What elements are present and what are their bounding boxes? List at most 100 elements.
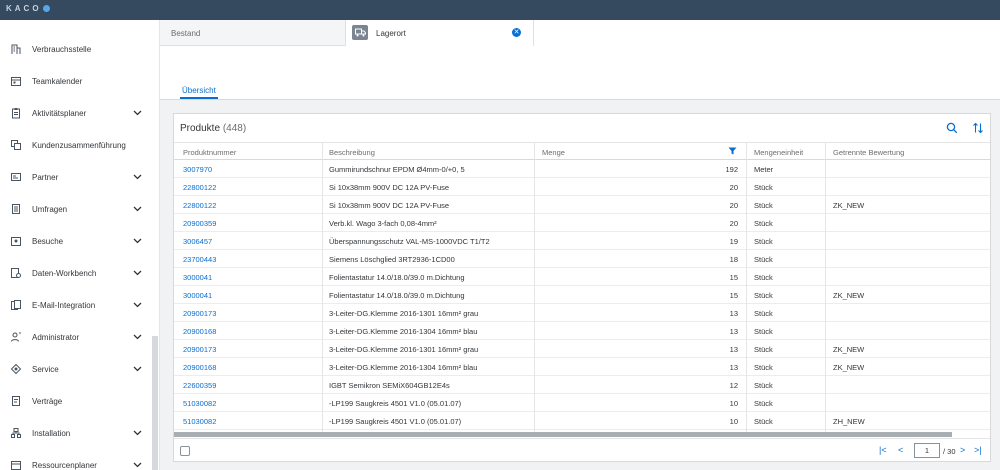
company-logo[interactable]: KACO xyxy=(6,4,50,13)
table-row[interactable]: 22800122 Si 10x38mm 900V DC 12A PV-Fuse 20… xyxy=(174,196,990,214)
last-page-button[interactable]: >| xyxy=(974,445,982,455)
chevron-down-icon[interactable] xyxy=(132,332,142,342)
tab-bar: Bestand Lagerort ✕ xyxy=(160,20,1000,46)
horizontal-scrollbar[interactable] xyxy=(174,432,952,437)
sidebar-item[interactable]: Teamkalender xyxy=(0,65,152,97)
product-description: -LP199 Saugkreis 4501 V1.0 (05.01.07) xyxy=(329,399,462,408)
table-row[interactable]: 20900173 3-Leiter-DG.Klemme 2016-1301 16m… xyxy=(174,340,990,358)
tab-bestand[interactable]: Bestand xyxy=(160,20,346,46)
sidebar-item[interactable]: Partner xyxy=(0,161,152,193)
sidebar-item[interactable]: E-Mail-Integration xyxy=(0,289,152,321)
chevron-down-icon[interactable] xyxy=(132,204,142,214)
truck-icon xyxy=(352,25,368,40)
chevron-down-icon[interactable] xyxy=(132,268,142,278)
page-number-input[interactable]: 1 xyxy=(914,443,940,458)
previous-page-button[interactable]: < xyxy=(898,445,903,455)
sidebar-item[interactable]: Installation xyxy=(0,417,152,449)
table-row[interactable]: 3000041 Folientastatur 14.0/18.0/39.0 m.D… xyxy=(174,286,990,304)
product-quantity: 10 xyxy=(729,417,738,426)
next-page-button[interactable]: > xyxy=(960,445,965,455)
chevron-down-icon[interactable] xyxy=(132,172,142,182)
filter-icon[interactable] xyxy=(728,147,737,157)
table-row[interactable]: 22800122 Si 10x38mm 900V DC 12A PV-Fuse 20… xyxy=(174,178,990,196)
sidebar-item[interactable]: Besuche xyxy=(0,225,152,257)
product-number-link[interactable]: 51030082 xyxy=(183,399,216,408)
product-number-link[interactable]: 20900168 xyxy=(183,327,216,336)
tab-uebersicht[interactable]: Übersicht xyxy=(182,86,216,95)
product-number-link[interactable]: 20900168 xyxy=(183,363,216,372)
sidebar-item-label: Besuche xyxy=(32,236,64,246)
table-row[interactable]: 20900168 3-Leiter-DG.Klemme 2016-1304 16m… xyxy=(174,358,990,376)
products-table-card: Produkte (448) Produktnummer Beschreibun… xyxy=(173,113,991,462)
product-valuation: ZK_NEW xyxy=(833,363,865,372)
table-row[interactable]: 51030082 -LP199 Saugkreis 4501 V1.0 (05.0… xyxy=(174,394,990,412)
product-quantity: 13 xyxy=(729,309,738,318)
page-total: / 30 xyxy=(943,447,956,456)
building-icon xyxy=(10,43,22,55)
chevron-down-icon[interactable] xyxy=(132,300,142,310)
product-number-link[interactable]: 3007970 xyxy=(183,165,212,174)
table-row[interactable]: 3006457 Überspannungsschutz VAL-MS-1000VD… xyxy=(174,232,990,250)
chevron-down-icon[interactable] xyxy=(132,428,142,438)
column-divider xyxy=(534,142,535,432)
sort-icon[interactable] xyxy=(972,122,984,134)
chevron-down-icon[interactable] xyxy=(132,108,142,118)
sidebar-item[interactable]: Daten-Workbench xyxy=(0,257,152,289)
product-quantity: 19 xyxy=(729,237,738,246)
sidebar-item[interactable]: Kundenzusammenführung xyxy=(0,129,152,161)
product-unit: Stück xyxy=(754,327,773,336)
chevron-down-icon[interactable] xyxy=(132,236,142,246)
sidebar-item-label: Verbrauchsstelle xyxy=(32,44,92,54)
table-row[interactable]: 20900173 3-Leiter-DG.Klemme 2016-1301 16m… xyxy=(174,304,990,322)
col-produktnummer[interactable]: Produktnummer xyxy=(183,148,236,157)
email-icon xyxy=(10,299,22,311)
table-count: (448) xyxy=(222,123,247,134)
sidebar-item[interactable]: Umfragen xyxy=(0,193,152,225)
table-row[interactable]: 20900168 3-Leiter-DG.Klemme 2016-1304 16m… xyxy=(174,322,990,340)
search-icon[interactable] xyxy=(946,122,958,134)
table-title-text: Produkte xyxy=(180,123,221,134)
table-row[interactable]: 3000041 Folientastatur 14.0/18.0/39.0 m.D… xyxy=(174,268,990,286)
table-row[interactable]: 20900359 Verb.kl. Wago 3-fach 0,08-4mm² 20… xyxy=(174,214,990,232)
product-number-link[interactable]: 3006457 xyxy=(183,237,212,246)
sidebar-scrollbar[interactable] xyxy=(152,336,158,470)
product-description: 3-Leiter-DG.Klemme 2016-1301 16mm² grau xyxy=(329,345,479,354)
product-description: Siemens Löschglied 3RT2936-1CD00 xyxy=(329,255,455,264)
col-getrennte-bewertung[interactable]: Getrennte Bewertung xyxy=(833,148,904,157)
sidebar-item[interactable]: Verbrauchsstelle xyxy=(0,33,152,65)
sidebar-item[interactable]: Verträge xyxy=(0,385,152,417)
sidebar-item[interactable]: Administrator xyxy=(0,321,152,353)
product-number-link[interactable]: 22800122 xyxy=(183,201,216,210)
product-description: Verb.kl. Wago 3-fach 0,08-4mm² xyxy=(329,219,437,228)
product-unit: Stück xyxy=(754,201,773,210)
chevron-down-icon[interactable] xyxy=(132,364,142,374)
product-unit: Meter xyxy=(754,165,774,174)
sidebar-item[interactable]: Aktivitätsplaner xyxy=(0,97,152,129)
table-row[interactable]: 22600359 IGBT Semikron SEMiX604GB12E4s 12 S… xyxy=(174,376,990,394)
first-page-button[interactable]: |< xyxy=(879,445,887,455)
product-number-link[interactable]: 3000041 xyxy=(183,291,212,300)
sidebar-item[interactable]: Service xyxy=(0,353,152,385)
tab-lagerort[interactable]: Lagerort ✕ xyxy=(346,20,534,46)
table-row[interactable]: 51030082 -LP199 Saugkreis 4501 V1.0 (05.0… xyxy=(174,412,990,430)
table-title: Produkte (448) xyxy=(180,123,246,134)
product-number-link[interactable]: 3000041 xyxy=(183,273,212,282)
table-row[interactable]: 3007970 Gummirundschnur EPDM Ø4mm-0/+0, 5… xyxy=(174,160,990,178)
product-description: Si 10x38mm 900V DC 12A PV-Fuse xyxy=(329,201,450,210)
product-number-link[interactable]: 51030082 xyxy=(183,417,216,426)
product-number-link[interactable]: 20900359 xyxy=(183,219,216,228)
sidebar-item[interactable]: Ressourcenplaner xyxy=(0,449,152,470)
select-all-checkbox[interactable] xyxy=(180,446,190,456)
product-number-link[interactable]: 22600359 xyxy=(183,381,216,390)
product-number-link[interactable]: 22800122 xyxy=(183,183,216,192)
chevron-down-icon[interactable] xyxy=(132,460,142,470)
product-number-link[interactable]: 20900173 xyxy=(183,345,216,354)
product-unit: Stück xyxy=(754,363,773,372)
close-tab-icon[interactable]: ✕ xyxy=(512,28,521,37)
col-menge[interactable]: Menge xyxy=(542,148,565,157)
table-row[interactable]: 23700443 Siemens Löschglied 3RT2936-1CD00… xyxy=(174,250,990,268)
product-number-link[interactable]: 23700443 xyxy=(183,255,216,264)
col-mengeneinheit[interactable]: Mengeneinheit xyxy=(754,148,803,157)
col-beschreibung[interactable]: Beschreibung xyxy=(329,148,375,157)
product-number-link[interactable]: 20900173 xyxy=(183,309,216,318)
